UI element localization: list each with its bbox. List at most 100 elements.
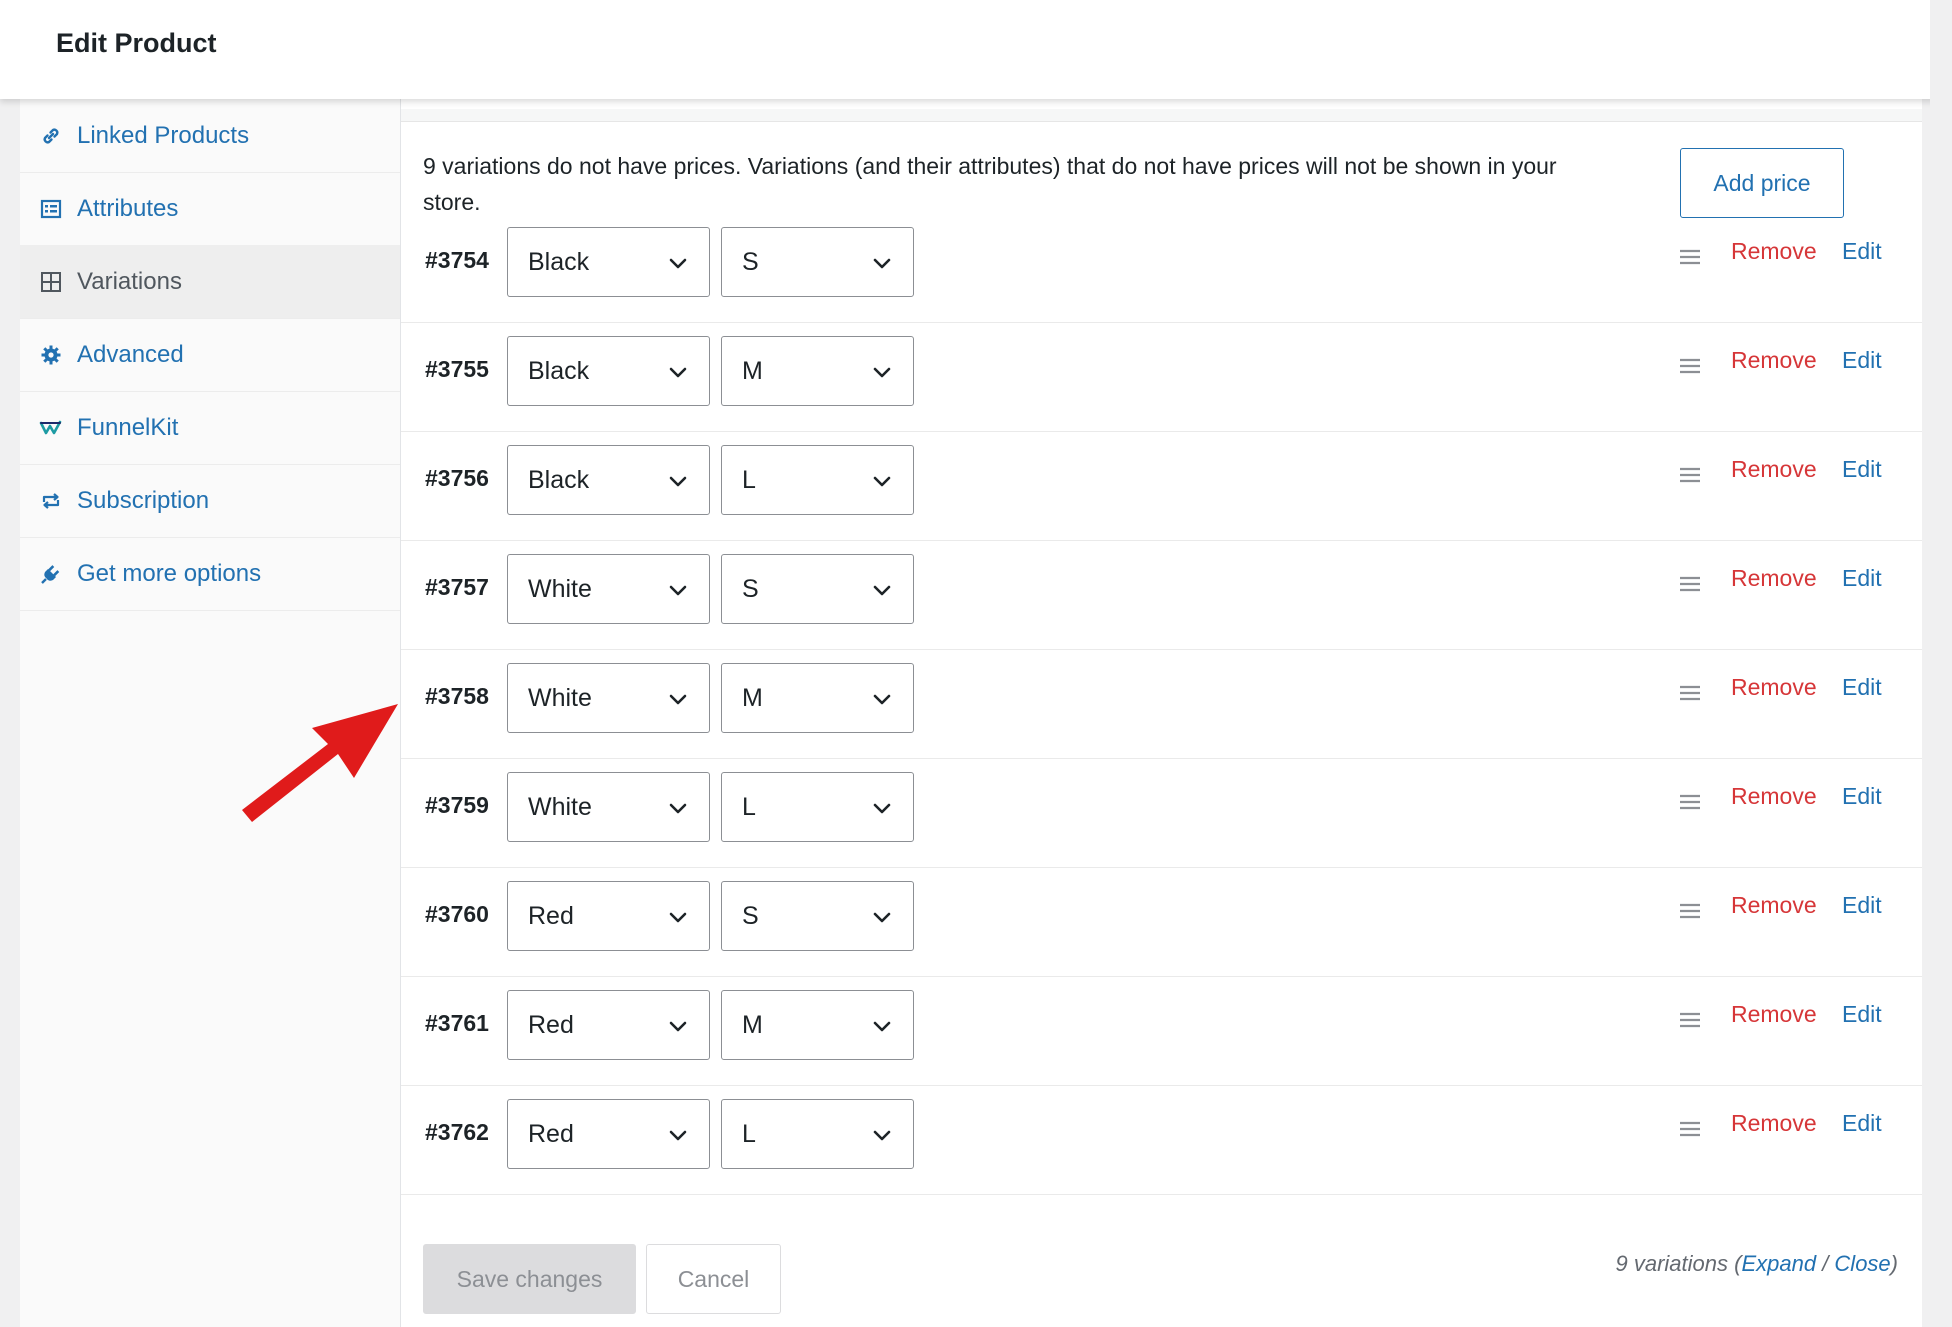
color-select-value: Red: [528, 902, 574, 930]
variation-row: #3758 White M Remove Edit: [401, 649, 1922, 759]
variations-panel: 9 variations do not have prices. Variati…: [401, 99, 1922, 1327]
sidebar-item-funnelkit[interactable]: FunnelKit: [20, 391, 400, 465]
edit-variation-link[interactable]: Edit: [1842, 456, 1882, 483]
drag-handle-icon[interactable]: [1679, 248, 1701, 266]
remove-variation-link[interactable]: Remove: [1731, 1110, 1817, 1137]
chevron-down-icon: [669, 585, 687, 596]
color-select[interactable]: White: [507, 663, 710, 733]
color-select-value: White: [528, 684, 592, 712]
color-select[interactable]: Black: [507, 336, 710, 406]
page-background-right: [1930, 0, 1952, 1327]
size-select[interactable]: S: [721, 227, 914, 297]
chevron-down-icon: [669, 803, 687, 814]
drag-handle-icon[interactable]: [1679, 466, 1701, 484]
size-select[interactable]: M: [721, 663, 914, 733]
sidebar-item-get-more-options[interactable]: Get more options: [20, 537, 400, 611]
sidebar-item-attributes[interactable]: Attributes: [20, 172, 400, 246]
sidebar-item-variations[interactable]: Variations: [20, 245, 400, 319]
color-select-value: Black: [528, 248, 590, 276]
add-price-button[interactable]: Add price: [1680, 148, 1844, 218]
sidebar-item-advanced[interactable]: Advanced: [20, 318, 400, 392]
remove-variation-link[interactable]: Remove: [1731, 238, 1817, 265]
page-title: Edit Product: [56, 28, 217, 58]
chevron-down-icon: [669, 1130, 687, 1141]
sidebar-item-subscription[interactable]: Subscription: [20, 464, 400, 538]
variations-count-text: 9 variations: [1615, 1251, 1728, 1276]
size-select[interactable]: L: [721, 772, 914, 842]
paren-close: ): [1890, 1251, 1898, 1276]
size-select[interactable]: S: [721, 554, 914, 624]
variation-id: #3759: [425, 792, 489, 818]
chevron-down-icon: [669, 1021, 687, 1032]
variation-row: #3759 White L Remove Edit: [401, 758, 1922, 868]
size-select[interactable]: M: [721, 336, 914, 406]
chevron-down-icon: [669, 367, 687, 378]
drag-handle-icon[interactable]: [1679, 575, 1701, 593]
size-select[interactable]: S: [721, 881, 914, 951]
drag-handle-icon[interactable]: [1679, 1011, 1701, 1029]
funnelkit-logo-icon: [38, 415, 64, 441]
color-select-value: White: [528, 575, 592, 603]
edit-variation-link[interactable]: Edit: [1842, 238, 1882, 265]
sidebar-item-linked-products[interactable]: Linked Products: [20, 99, 400, 173]
drag-handle-icon[interactable]: [1679, 684, 1701, 702]
remove-variation-link[interactable]: Remove: [1731, 456, 1817, 483]
size-select-value: L: [742, 466, 756, 494]
color-select-value: Red: [528, 1120, 574, 1148]
remove-variation-link[interactable]: Remove: [1731, 892, 1817, 919]
chevron-down-icon: [873, 585, 891, 596]
chevron-down-icon: [669, 258, 687, 269]
drag-handle-icon[interactable]: [1679, 357, 1701, 375]
edit-variation-link[interactable]: Edit: [1842, 565, 1882, 592]
size-select[interactable]: M: [721, 990, 914, 1060]
variation-id: #3760: [425, 901, 489, 927]
sidebar-item-label: Advanced: [77, 340, 184, 368]
remove-variation-link[interactable]: Remove: [1731, 565, 1817, 592]
remove-variation-link[interactable]: Remove: [1731, 783, 1817, 810]
color-select[interactable]: White: [507, 554, 710, 624]
variation-row: #3762 Red L Remove Edit: [401, 1085, 1922, 1195]
cancel-button[interactable]: Cancel: [646, 1244, 781, 1314]
remove-variation-link[interactable]: Remove: [1731, 347, 1817, 374]
chevron-down-icon: [873, 476, 891, 487]
sidebar-item-label: Linked Products: [77, 121, 250, 149]
chevron-down-icon: [873, 912, 891, 923]
size-select-value: L: [742, 793, 756, 821]
size-select[interactable]: L: [721, 1099, 914, 1169]
save-changes-button: Save changes: [423, 1244, 636, 1314]
sidebar-item-label: FunnelKit: [77, 413, 179, 441]
variations-count: 9 variations (Expand / Close): [1615, 1251, 1898, 1277]
variation-id: #3758: [425, 683, 489, 709]
color-select[interactable]: Red: [507, 881, 710, 951]
drag-handle-icon[interactable]: [1679, 793, 1701, 811]
size-select-value: S: [742, 575, 759, 603]
color-select[interactable]: Red: [507, 1099, 710, 1169]
color-select[interactable]: Red: [507, 990, 710, 1060]
remove-variation-link[interactable]: Remove: [1731, 1001, 1817, 1028]
close-link[interactable]: Close: [1834, 1251, 1890, 1276]
top-bar: Edit Product: [0, 0, 1952, 99]
variation-id: #3756: [425, 465, 489, 491]
drag-handle-icon[interactable]: [1679, 1120, 1701, 1138]
drag-handle-icon[interactable]: [1679, 902, 1701, 920]
size-select-value: S: [742, 248, 759, 276]
color-select[interactable]: Black: [507, 227, 710, 297]
variation-id: #3762: [425, 1119, 489, 1145]
chevron-down-icon: [669, 476, 687, 487]
variation-id: #3761: [425, 1010, 489, 1036]
variation-row: #3756 Black L Remove Edit: [401, 431, 1922, 541]
edit-variation-link[interactable]: Edit: [1842, 783, 1882, 810]
edit-variation-link[interactable]: Edit: [1842, 674, 1882, 701]
edit-variation-link[interactable]: Edit: [1842, 1110, 1882, 1137]
edit-variation-link[interactable]: Edit: [1842, 347, 1882, 374]
color-select[interactable]: Black: [507, 445, 710, 515]
edit-variation-link[interactable]: Edit: [1842, 1001, 1882, 1028]
color-select[interactable]: White: [507, 772, 710, 842]
size-select-value: L: [742, 1120, 756, 1148]
edit-variation-link[interactable]: Edit: [1842, 892, 1882, 919]
paren-open: (: [1728, 1251, 1742, 1276]
link-separator: /: [1816, 1251, 1835, 1276]
size-select[interactable]: L: [721, 445, 914, 515]
remove-variation-link[interactable]: Remove: [1731, 674, 1817, 701]
expand-link[interactable]: Expand: [1741, 1251, 1816, 1276]
